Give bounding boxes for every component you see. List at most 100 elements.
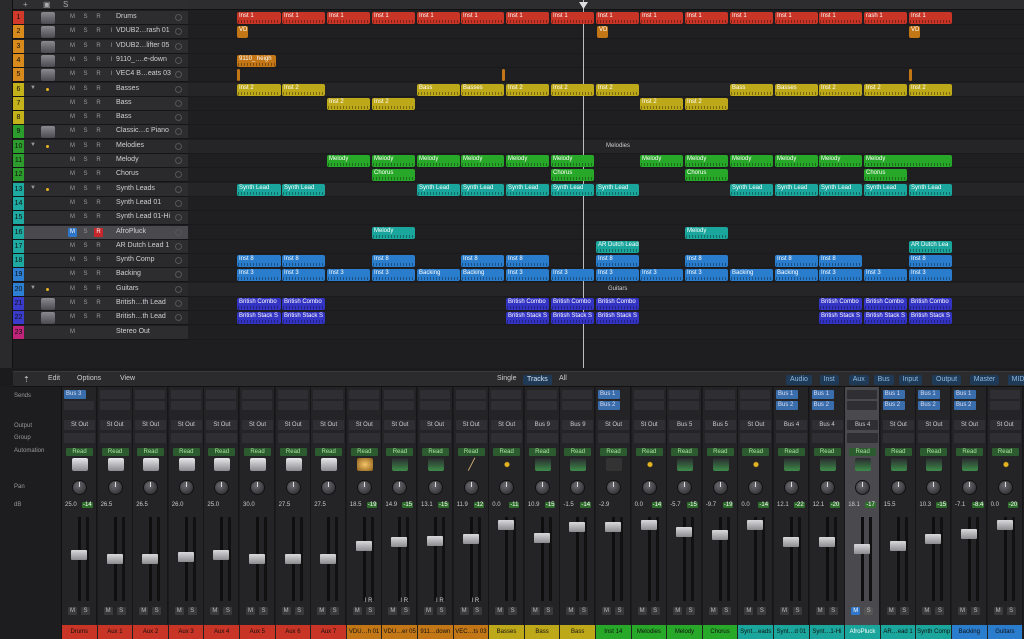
strip-name[interactable]: Guitars — [987, 625, 1024, 639]
output-slot[interactable]: Bus 5 — [669, 420, 701, 430]
automation-mode[interactable]: Read — [66, 448, 93, 456]
fader-cap[interactable] — [213, 549, 230, 560]
region[interactable] — [909, 69, 912, 82]
strip-name[interactable]: VEC…ts 03 — [453, 625, 490, 639]
fader-cap[interactable] — [249, 554, 265, 564]
region[interactable]: Bass — [730, 83, 773, 96]
region[interactable]: Inst 2 — [640, 97, 683, 110]
mute-button[interactable]: M — [459, 607, 469, 615]
mute-button[interactable]: M — [886, 607, 896, 615]
mute-button[interactable]: M — [68, 13, 77, 22]
mute-button[interactable]: M — [68, 185, 77, 194]
group-slot[interactable] — [989, 433, 1021, 443]
region[interactable]: Inst 8 — [282, 255, 325, 268]
output-slot[interactable]: St Out — [954, 420, 985, 430]
record-button[interactable]: R — [94, 285, 103, 294]
pan-knob[interactable] — [250, 480, 265, 495]
power-icon[interactable] — [175, 56, 182, 64]
send-slot-empty[interactable] — [170, 390, 201, 399]
record-button[interactable]: R — [94, 142, 103, 151]
channel-strip[interactable]: Bus 9 Read 10.9 -15 M S — [524, 387, 560, 625]
record-button[interactable]: R — [94, 213, 103, 222]
send-slot-empty[interactable] — [135, 401, 166, 410]
region[interactable]: British Combo — [551, 298, 594, 310]
output-slot[interactable]: Bus 4 — [847, 420, 879, 430]
region[interactable]: Inst 2 — [506, 83, 549, 96]
solo-button[interactable]: S — [81, 256, 90, 265]
send-slot-empty[interactable] — [704, 401, 735, 410]
automation-mode[interactable]: Read — [564, 448, 592, 456]
region[interactable]: Melody — [685, 226, 728, 239]
region[interactable]: Inst 2 — [551, 83, 594, 96]
region[interactable]: British Stack S — [237, 312, 281, 325]
mute-button[interactable]: M — [388, 607, 398, 615]
group-slot[interactable] — [99, 433, 131, 443]
region[interactable]: Synth Lead — [819, 183, 862, 196]
pan-knob[interactable] — [819, 480, 835, 495]
mute-button[interactable]: M — [566, 607, 576, 615]
region[interactable]: Inst 8 — [909, 255, 952, 268]
send-slot-empty[interactable] — [633, 401, 664, 410]
pan-knob[interactable] — [356, 480, 372, 495]
track-name[interactable]: Guitars — [116, 285, 139, 292]
region[interactable]: Inst 3 — [282, 269, 325, 282]
region[interactable]: Inst 1 — [282, 12, 325, 24]
solo-button[interactable]: S — [615, 607, 624, 615]
output-slot[interactable]: St Out — [420, 420, 451, 430]
solo-button[interactable]: S — [81, 242, 90, 251]
mute-button[interactable]: M — [139, 607, 149, 615]
automation-mode[interactable]: Read — [493, 448, 521, 456]
solo-button[interactable]: S — [330, 607, 340, 615]
send-slot-empty[interactable] — [313, 390, 344, 399]
send-slot-empty[interactable] — [491, 390, 522, 399]
power-icon[interactable] — [175, 185, 182, 193]
automation-mode[interactable]: Read — [991, 448, 1019, 456]
record-button[interactable]: R — [94, 227, 103, 237]
record-button[interactable]: R — [94, 156, 103, 165]
fader-cap[interactable] — [142, 554, 159, 564]
all-view-button[interactable]: All — [559, 375, 567, 382]
solo-button[interactable]: S — [81, 70, 90, 79]
group-slot[interactable] — [313, 433, 345, 443]
solo-button[interactable]: S — [81, 185, 90, 194]
region[interactable]: VD — [597, 26, 608, 39]
region[interactable]: Inst 8 — [506, 255, 549, 268]
output-slot[interactable]: St Out — [206, 420, 238, 430]
track-name[interactable]: Synth Leads — [116, 185, 155, 192]
send-slot[interactable]: Bus 2 — [598, 401, 620, 410]
output-slot[interactable]: St Out — [384, 420, 416, 430]
send-slot-empty[interactable] — [277, 401, 308, 410]
output-slot[interactable]: Bus 5 — [704, 420, 736, 430]
group-slot[interactable] — [954, 433, 985, 443]
pan-knob[interactable] — [321, 480, 337, 495]
strip-name[interactable]: Aux 6 — [275, 625, 312, 639]
region[interactable]: Inst 8 — [819, 255, 862, 268]
send-slot-empty[interactable] — [313, 401, 344, 410]
send-slot-empty[interactable] — [740, 390, 771, 399]
solo-button[interactable]: S — [81, 127, 90, 136]
pan-knob[interactable] — [962, 480, 977, 495]
region[interactable]: Inst 2 — [685, 97, 728, 110]
track-header[interactable]: 9 M S R Classic…c Piano — [13, 125, 188, 140]
region[interactable]: Synth Lead — [506, 183, 549, 196]
track-name[interactable]: Bass — [116, 113, 132, 120]
options-menu[interactable]: Options — [77, 375, 101, 382]
solo-button[interactable]: S — [81, 27, 90, 36]
track-header[interactable]: 14 M S R Synth Lead 01 — [13, 196, 188, 211]
group-slot[interactable] — [776, 433, 807, 443]
region[interactable]: VD — [237, 26, 248, 39]
automation-mode[interactable]: Read — [208, 448, 236, 456]
mute-button[interactable]: M — [68, 156, 77, 165]
pan-knob[interactable] — [748, 480, 764, 495]
tracks-view-button[interactable]: Tracks — [523, 375, 552, 385]
region[interactable]: Inst 1 — [551, 12, 594, 24]
mute-button[interactable]: M — [922, 607, 932, 615]
automation-mode[interactable]: Read — [884, 448, 912, 456]
send-slot-empty[interactable] — [455, 401, 486, 410]
record-button[interactable]: R — [94, 113, 103, 122]
send-slot-empty[interactable] — [420, 390, 450, 399]
strip-name[interactable]: Melody — [667, 625, 703, 639]
edit-menu[interactable]: Edit — [48, 375, 60, 382]
solo-button[interactable]: S — [81, 142, 90, 151]
region[interactable]: Melody — [551, 155, 594, 167]
